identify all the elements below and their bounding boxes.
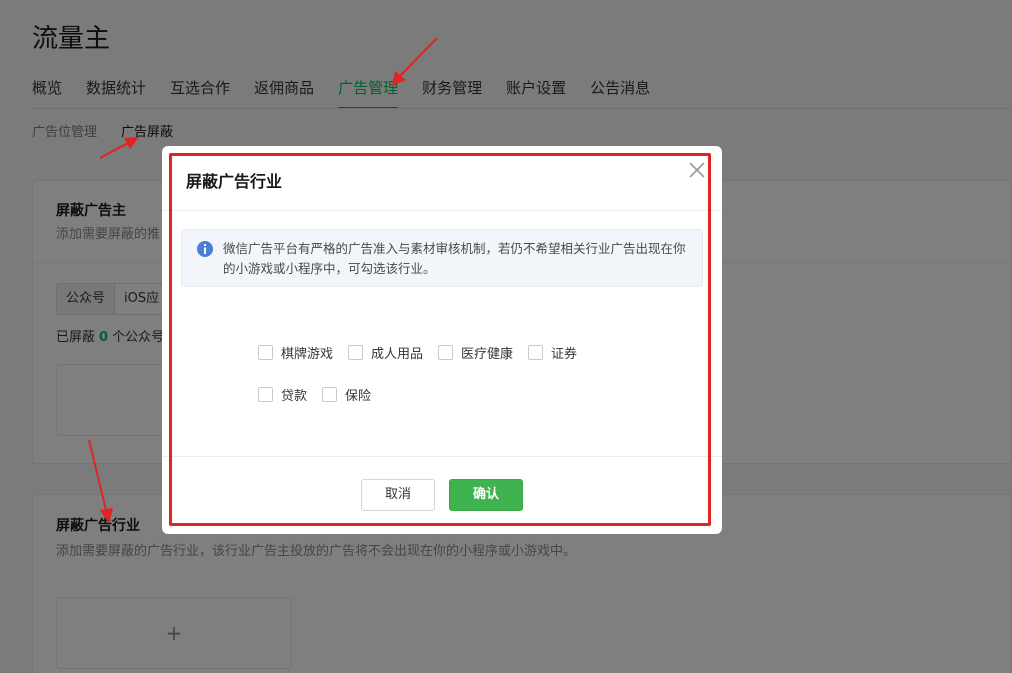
close-icon[interactable] <box>688 161 706 179</box>
option-adult-products[interactable]: 成人用品 <box>348 342 423 362</box>
industry-options: 棋牌游戏 成人用品 医疗健康 证券 贷款 保险 <box>258 342 618 426</box>
dialog-title: 屏蔽广告行业 <box>186 172 283 191</box>
info-icon <box>197 241 213 257</box>
option-label: 医疗健康 <box>461 346 514 362</box>
dialog-divider-bottom <box>162 456 722 457</box>
option-medical-health[interactable]: 医疗健康 <box>438 342 513 362</box>
checkbox[interactable] <box>258 344 273 360</box>
block-industry-dialog: 屏蔽广告行业 微信广告平台有严格的广告准入与素材审核机制，若仍不希望相关行业广告… <box>162 146 722 534</box>
checkbox[interactable] <box>258 386 273 402</box>
option-row: 贷款 保险 <box>258 384 618 404</box>
info-tip: 微信广告平台有严格的广告准入与素材审核机制，若仍不希望相关行业广告出现在你的小游… <box>181 229 703 287</box>
checkbox[interactable] <box>528 344 544 360</box>
tip-text: 微信广告平台有严格的广告准入与素材审核机制，若仍不希望相关行业广告出现在你的小游… <box>223 241 686 276</box>
option-label: 贷款 <box>281 388 308 404</box>
option-securities[interactable]: 证券 <box>528 342 577 362</box>
option-row: 棋牌游戏 成人用品 医疗健康 证券 <box>258 342 618 362</box>
checkbox[interactable] <box>322 386 338 402</box>
option-chess-card-games[interactable]: 棋牌游戏 <box>258 342 333 362</box>
checkbox[interactable] <box>348 344 364 360</box>
option-label: 证券 <box>551 346 578 362</box>
option-label: 保险 <box>345 388 372 404</box>
option-insurance[interactable]: 保险 <box>322 384 371 404</box>
option-label: 成人用品 <box>371 346 424 362</box>
option-label: 棋牌游戏 <box>281 346 334 362</box>
cancel-button[interactable]: 取消 <box>361 479 435 511</box>
dialog-divider-top <box>162 210 722 211</box>
checkbox[interactable] <box>438 344 454 360</box>
option-loans[interactable]: 贷款 <box>258 384 307 404</box>
confirm-button[interactable]: 确认 <box>449 479 523 511</box>
